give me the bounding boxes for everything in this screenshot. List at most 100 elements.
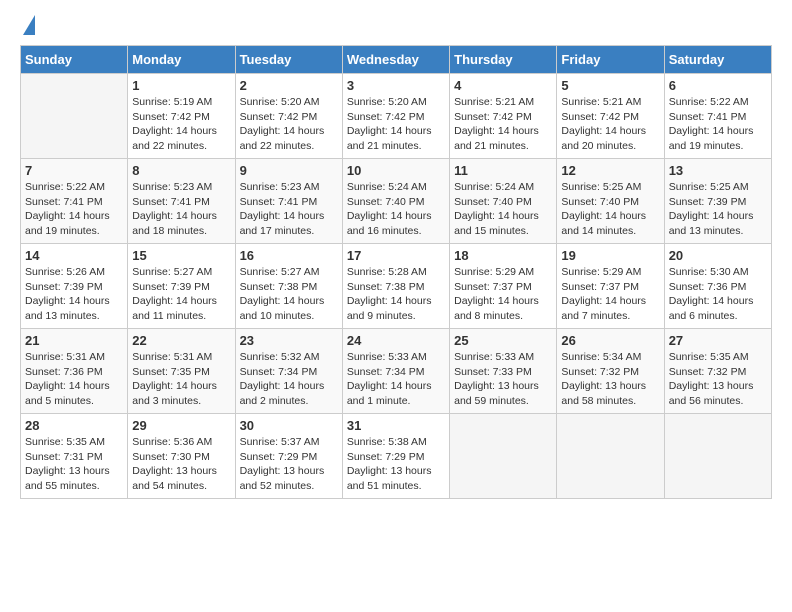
day-info: Sunrise: 5:28 AMSunset: 7:38 PMDaylight:… xyxy=(347,266,432,322)
day-number: 13 xyxy=(669,163,767,178)
calendar-day-cell: 8 Sunrise: 5:23 AMSunset: 7:41 PMDayligh… xyxy=(128,159,235,244)
day-number: 15 xyxy=(132,248,230,263)
calendar-day-cell: 26 Sunrise: 5:34 AMSunset: 7:32 PMDaylig… xyxy=(557,329,664,414)
day-number: 6 xyxy=(669,78,767,93)
day-number: 12 xyxy=(561,163,659,178)
day-number: 18 xyxy=(454,248,552,263)
day-info: Sunrise: 5:21 AMSunset: 7:42 PMDaylight:… xyxy=(454,96,539,152)
calendar-day-cell: 17 Sunrise: 5:28 AMSunset: 7:38 PMDaylig… xyxy=(342,244,449,329)
day-number: 29 xyxy=(132,418,230,433)
day-info: Sunrise: 5:23 AMSunset: 7:41 PMDaylight:… xyxy=(240,181,325,237)
calendar-day-cell: 25 Sunrise: 5:33 AMSunset: 7:33 PMDaylig… xyxy=(450,329,557,414)
day-number: 5 xyxy=(561,78,659,93)
day-number: 31 xyxy=(347,418,445,433)
day-info: Sunrise: 5:29 AMSunset: 7:37 PMDaylight:… xyxy=(454,266,539,322)
calendar-day-cell: 1 Sunrise: 5:19 AMSunset: 7:42 PMDayligh… xyxy=(128,74,235,159)
calendar-day-cell: 18 Sunrise: 5:29 AMSunset: 7:37 PMDaylig… xyxy=(450,244,557,329)
day-number: 7 xyxy=(25,163,123,178)
day-info: Sunrise: 5:33 AMSunset: 7:34 PMDaylight:… xyxy=(347,351,432,407)
calendar-week-row: 7 Sunrise: 5:22 AMSunset: 7:41 PMDayligh… xyxy=(21,159,772,244)
day-info: Sunrise: 5:37 AMSunset: 7:29 PMDaylight:… xyxy=(240,436,325,492)
calendar-day-cell: 2 Sunrise: 5:20 AMSunset: 7:42 PMDayligh… xyxy=(235,74,342,159)
day-info: Sunrise: 5:20 AMSunset: 7:42 PMDaylight:… xyxy=(240,96,325,152)
calendar-day-cell: 20 Sunrise: 5:30 AMSunset: 7:36 PMDaylig… xyxy=(664,244,771,329)
calendar-day-cell: 7 Sunrise: 5:22 AMSunset: 7:41 PMDayligh… xyxy=(21,159,128,244)
calendar-day-cell: 13 Sunrise: 5:25 AMSunset: 7:39 PMDaylig… xyxy=(664,159,771,244)
calendar-day-cell: 12 Sunrise: 5:25 AMSunset: 7:40 PMDaylig… xyxy=(557,159,664,244)
day-number: 22 xyxy=(132,333,230,348)
weekday-header: Friday xyxy=(557,46,664,74)
day-info: Sunrise: 5:24 AMSunset: 7:40 PMDaylight:… xyxy=(347,181,432,237)
day-info: Sunrise: 5:31 AMSunset: 7:36 PMDaylight:… xyxy=(25,351,110,407)
day-number: 21 xyxy=(25,333,123,348)
day-info: Sunrise: 5:25 AMSunset: 7:39 PMDaylight:… xyxy=(669,181,754,237)
calendar-week-row: 1 Sunrise: 5:19 AMSunset: 7:42 PMDayligh… xyxy=(21,74,772,159)
day-info: Sunrise: 5:33 AMSunset: 7:33 PMDaylight:… xyxy=(454,351,539,407)
day-info: Sunrise: 5:22 AMSunset: 7:41 PMDaylight:… xyxy=(669,96,754,152)
day-number: 8 xyxy=(132,163,230,178)
calendar-day-cell: 19 Sunrise: 5:29 AMSunset: 7:37 PMDaylig… xyxy=(557,244,664,329)
logo-triangle-icon xyxy=(23,15,35,35)
calendar-day-cell: 10 Sunrise: 5:24 AMSunset: 7:40 PMDaylig… xyxy=(342,159,449,244)
calendar-header-row: SundayMondayTuesdayWednesdayThursdayFrid… xyxy=(21,46,772,74)
day-info: Sunrise: 5:27 AMSunset: 7:38 PMDaylight:… xyxy=(240,266,325,322)
day-number: 2 xyxy=(240,78,338,93)
day-number: 20 xyxy=(669,248,767,263)
calendar-day-cell: 11 Sunrise: 5:24 AMSunset: 7:40 PMDaylig… xyxy=(450,159,557,244)
calendar-week-row: 14 Sunrise: 5:26 AMSunset: 7:39 PMDaylig… xyxy=(21,244,772,329)
weekday-header: Monday xyxy=(128,46,235,74)
day-number: 27 xyxy=(669,333,767,348)
day-info: Sunrise: 5:35 AMSunset: 7:32 PMDaylight:… xyxy=(669,351,754,407)
calendar-day-cell: 5 Sunrise: 5:21 AMSunset: 7:42 PMDayligh… xyxy=(557,74,664,159)
calendar-day-cell: 29 Sunrise: 5:36 AMSunset: 7:30 PMDaylig… xyxy=(128,414,235,499)
day-number: 25 xyxy=(454,333,552,348)
calendar-day-cell: 15 Sunrise: 5:27 AMSunset: 7:39 PMDaylig… xyxy=(128,244,235,329)
day-number: 11 xyxy=(454,163,552,178)
calendar-day-cell: 3 Sunrise: 5:20 AMSunset: 7:42 PMDayligh… xyxy=(342,74,449,159)
day-info: Sunrise: 5:25 AMSunset: 7:40 PMDaylight:… xyxy=(561,181,646,237)
calendar-day-cell: 27 Sunrise: 5:35 AMSunset: 7:32 PMDaylig… xyxy=(664,329,771,414)
day-info: Sunrise: 5:35 AMSunset: 7:31 PMDaylight:… xyxy=(25,436,110,492)
calendar-day-cell: 6 Sunrise: 5:22 AMSunset: 7:41 PMDayligh… xyxy=(664,74,771,159)
day-number: 14 xyxy=(25,248,123,263)
calendar-day-cell xyxy=(557,414,664,499)
day-info: Sunrise: 5:24 AMSunset: 7:40 PMDaylight:… xyxy=(454,181,539,237)
day-info: Sunrise: 5:22 AMSunset: 7:41 PMDaylight:… xyxy=(25,181,110,237)
day-number: 1 xyxy=(132,78,230,93)
day-number: 30 xyxy=(240,418,338,433)
day-info: Sunrise: 5:23 AMSunset: 7:41 PMDaylight:… xyxy=(132,181,217,237)
day-info: Sunrise: 5:38 AMSunset: 7:29 PMDaylight:… xyxy=(347,436,432,492)
calendar-week-row: 21 Sunrise: 5:31 AMSunset: 7:36 PMDaylig… xyxy=(21,329,772,414)
day-info: Sunrise: 5:19 AMSunset: 7:42 PMDaylight:… xyxy=(132,96,217,152)
calendar-day-cell xyxy=(450,414,557,499)
day-number: 10 xyxy=(347,163,445,178)
day-info: Sunrise: 5:32 AMSunset: 7:34 PMDaylight:… xyxy=(240,351,325,407)
calendar-day-cell: 28 Sunrise: 5:35 AMSunset: 7:31 PMDaylig… xyxy=(21,414,128,499)
day-number: 28 xyxy=(25,418,123,433)
day-number: 19 xyxy=(561,248,659,263)
logo xyxy=(20,20,35,35)
weekday-header: Thursday xyxy=(450,46,557,74)
calendar-day-cell: 30 Sunrise: 5:37 AMSunset: 7:29 PMDaylig… xyxy=(235,414,342,499)
calendar-day-cell: 23 Sunrise: 5:32 AMSunset: 7:34 PMDaylig… xyxy=(235,329,342,414)
day-number: 9 xyxy=(240,163,338,178)
page-header xyxy=(20,20,772,35)
calendar-week-row: 28 Sunrise: 5:35 AMSunset: 7:31 PMDaylig… xyxy=(21,414,772,499)
calendar-day-cell: 31 Sunrise: 5:38 AMSunset: 7:29 PMDaylig… xyxy=(342,414,449,499)
day-info: Sunrise: 5:34 AMSunset: 7:32 PMDaylight:… xyxy=(561,351,646,407)
day-info: Sunrise: 5:29 AMSunset: 7:37 PMDaylight:… xyxy=(561,266,646,322)
calendar-day-cell: 22 Sunrise: 5:31 AMSunset: 7:35 PMDaylig… xyxy=(128,329,235,414)
day-number: 23 xyxy=(240,333,338,348)
calendar-day-cell xyxy=(21,74,128,159)
calendar-day-cell: 9 Sunrise: 5:23 AMSunset: 7:41 PMDayligh… xyxy=(235,159,342,244)
day-info: Sunrise: 5:30 AMSunset: 7:36 PMDaylight:… xyxy=(669,266,754,322)
weekday-header: Sunday xyxy=(21,46,128,74)
calendar-day-cell: 16 Sunrise: 5:27 AMSunset: 7:38 PMDaylig… xyxy=(235,244,342,329)
calendar-day-cell: 4 Sunrise: 5:21 AMSunset: 7:42 PMDayligh… xyxy=(450,74,557,159)
calendar-table: SundayMondayTuesdayWednesdayThursdayFrid… xyxy=(20,45,772,499)
weekday-header: Wednesday xyxy=(342,46,449,74)
day-number: 24 xyxy=(347,333,445,348)
weekday-header: Tuesday xyxy=(235,46,342,74)
day-info: Sunrise: 5:36 AMSunset: 7:30 PMDaylight:… xyxy=(132,436,217,492)
day-info: Sunrise: 5:27 AMSunset: 7:39 PMDaylight:… xyxy=(132,266,217,322)
